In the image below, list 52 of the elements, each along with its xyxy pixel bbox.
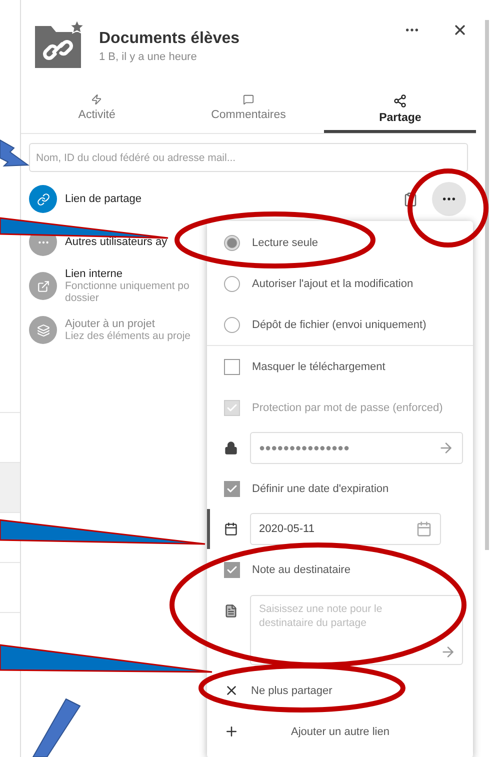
tab[interactable]: Commentaires bbox=[172, 90, 324, 133]
plus-icon bbox=[224, 724, 239, 739]
option-label: Définir une date d'expiration bbox=[252, 482, 389, 494]
check-icon bbox=[226, 564, 238, 576]
arrow-right-icon[interactable] bbox=[438, 440, 454, 456]
shared-folder-icon bbox=[33, 20, 85, 70]
file-info: 1 B, il y a une heure bbox=[99, 51, 198, 63]
option-label: Protection par mot de passe (enforced) bbox=[252, 402, 443, 414]
option-label: Masquer le téléchargement bbox=[252, 360, 386, 372]
lightning-icon bbox=[91, 94, 102, 105]
calendar-icon[interactable] bbox=[416, 521, 432, 537]
link-icon bbox=[29, 185, 57, 213]
menu-action[interactable]: Ne plus partager bbox=[251, 684, 332, 696]
share-description: Liez des éléments au proje bbox=[65, 330, 192, 342]
close-icon bbox=[224, 683, 239, 698]
search-field[interactable]: Nom, ID du cloud fédéré ou adresse mail... bbox=[29, 143, 468, 172]
clipboard-icon[interactable] bbox=[403, 192, 418, 206]
lock-icon bbox=[224, 441, 238, 455]
share-description: dossier bbox=[65, 292, 100, 304]
share-description: Fonctionne uniquement po bbox=[65, 280, 190, 292]
share-title: Lien de partage bbox=[65, 193, 142, 205]
option-label: Note au destinataire bbox=[252, 564, 350, 576]
comment-icon bbox=[243, 94, 254, 105]
radio-button[interactable] bbox=[224, 276, 240, 292]
option-label: Dépôt de fichier (envoi uniquement) bbox=[252, 318, 426, 330]
pointer-arrow bbox=[0, 139, 30, 167]
radio-button[interactable] bbox=[224, 316, 240, 332]
layers-icon bbox=[29, 316, 57, 344]
arrow-right-icon[interactable] bbox=[440, 644, 456, 660]
menu-action[interactable]: Ajouter un autre lien bbox=[291, 726, 390, 738]
external-link-icon bbox=[29, 272, 57, 300]
radio-button[interactable] bbox=[224, 234, 240, 250]
tab[interactable]: Activité bbox=[21, 90, 173, 133]
share-title: Ajouter à un projet bbox=[65, 318, 156, 330]
date-field[interactable]: 2020-05-11 bbox=[250, 513, 441, 545]
option-label: Lecture seule bbox=[252, 236, 318, 248]
password-field[interactable]: ●●●●●●●●●●●●●●● bbox=[250, 432, 463, 464]
checkbox[interactable] bbox=[224, 562, 240, 578]
check-icon bbox=[226, 482, 238, 494]
close-button[interactable] bbox=[452, 22, 468, 38]
check-icon bbox=[226, 402, 238, 414]
checkbox[interactable] bbox=[224, 480, 240, 496]
window-title: Documents élèves bbox=[99, 30, 241, 48]
share-icon bbox=[393, 94, 408, 108]
pointer-arrow bbox=[32, 698, 81, 757]
share-title: Lien interne bbox=[65, 268, 124, 280]
share-title: Autres utilisateurs ay bbox=[65, 236, 168, 248]
option-label: Autoriser l'ajout et la modification bbox=[252, 278, 414, 290]
checkbox[interactable] bbox=[224, 358, 240, 374]
tab[interactable]: Partage bbox=[324, 90, 476, 133]
calendar-icon bbox=[224, 522, 238, 536]
note-icon bbox=[224, 604, 238, 618]
